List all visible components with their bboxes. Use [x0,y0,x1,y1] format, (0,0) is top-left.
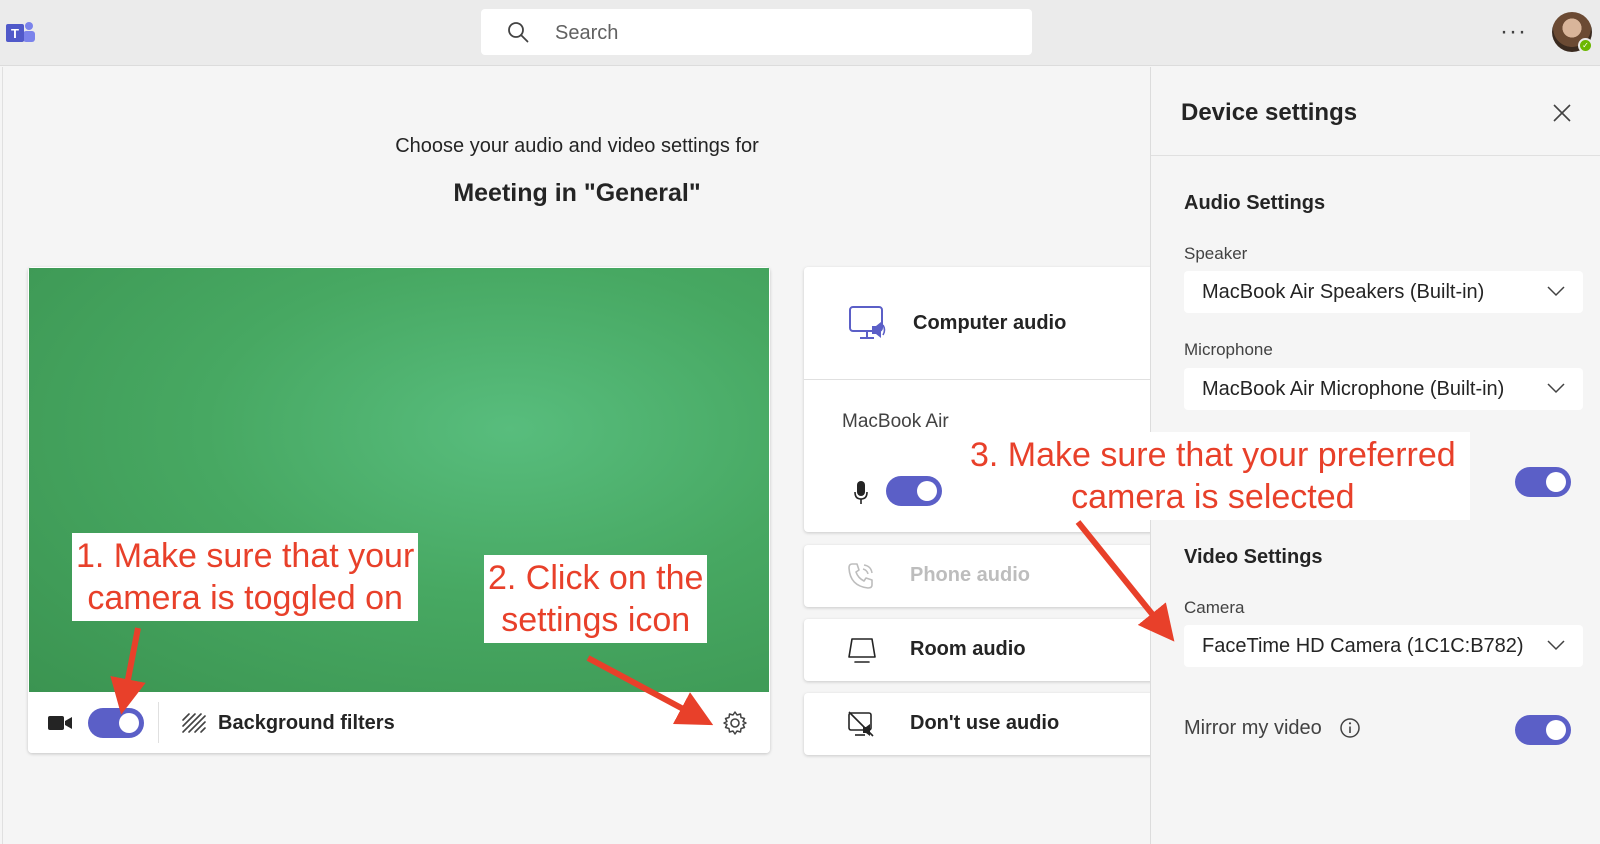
video-settings-heading: Video Settings [1184,546,1323,568]
camera-value: FaceTime HD Camera (1C1C:B782) [1202,635,1524,657]
search-placeholder: Search [555,22,619,44]
speaker-label: Speaker [1184,244,1248,263]
phone-audio-icon [848,563,873,589]
top-bar: T Search ··· ✓ [0,0,1600,66]
background-filters-icon[interactable] [181,712,207,734]
camera-label: Camera [1184,598,1245,617]
video-preview-card: Background filters [28,267,770,753]
annotation-step-3-line-2: camera is selected [1071,478,1355,516]
search-box[interactable]: Search [481,9,1032,55]
dont-use-audio-label: Don't use audio [910,712,1060,734]
phone-audio-option: Phone audio [804,545,1164,607]
microphone-toggle[interactable] [886,476,942,506]
annotation-step-2-line-2: settings icon [501,601,691,639]
close-icon[interactable] [1552,103,1572,123]
choose-settings-text: Choose your audio and video settings for [395,135,759,157]
microphone-value: MacBook Air Microphone (Built-in) [1202,378,1505,400]
chevron-down-icon [1547,286,1565,297]
camera-select[interactable]: FaceTime HD Camera (1C1C:B782) [1184,625,1583,667]
microphone-icon [854,481,868,504]
room-audio-icon [848,638,876,663]
microphone-label: Microphone [1184,340,1273,359]
room-audio-label: Room audio [910,638,1026,660]
computer-audio-label: Computer audio [913,312,1067,334]
annotation-step-1: 1. Make sure that your camera is toggled… [72,533,419,621]
no-audio-icon [848,711,874,737]
computer-audio-icon [849,306,886,339]
chevron-down-icon [1547,383,1565,394]
audio-settings-heading: Audio Settings [1184,192,1326,214]
phone-audio-label: Phone audio [910,564,1030,586]
annotation-step-2: 2. Click on the settings icon [484,555,708,643]
panel-title: Device settings [1181,99,1358,126]
settings-gear-icon[interactable] [722,710,748,736]
presence-available-icon: ✓ [1578,38,1593,53]
speaker-value: MacBook Air Speakers (Built-in) [1202,281,1485,303]
divider [158,702,159,743]
speaker-select[interactable]: MacBook Air Speakers (Built-in) [1184,271,1583,313]
search-icon [508,22,529,43]
annotation-step-3-line-1: 3. Make sure that your preferred [970,436,1456,474]
divider [804,379,1164,380]
mirror-video-label: Mirror my video [1184,717,1322,739]
annotation-step-3: 3. Make sure that your preferred camera … [956,432,1470,520]
camera-toggle[interactable] [88,708,144,738]
info-icon[interactable] [1339,717,1361,739]
more-options-icon[interactable]: ··· [1500,18,1527,46]
background-filters-button[interactable]: Background filters [218,712,395,735]
annotation-step-1-line-1: 1. Make sure that your [76,537,415,575]
panel-header: Device settings [1151,67,1600,156]
audio-device-label: MacBook Air [842,411,949,432]
microphone-select[interactable]: MacBook Air Microphone (Built-in) [1184,368,1583,410]
noise-setting-toggle[interactable] [1515,467,1571,497]
svg-text:T: T [11,26,19,41]
annotation-step-2-line-1: 2. Click on the [488,559,704,597]
dont-use-audio-option[interactable]: Don't use audio [804,693,1164,755]
meeting-title: Meeting in "General" [453,179,701,207]
video-controls-bar: Background filters [28,692,770,753]
room-audio-option[interactable]: Room audio [804,619,1164,681]
mirror-video-toggle[interactable] [1515,715,1571,745]
annotation-step-1-line-2: camera is toggled on [87,579,403,617]
chevron-down-icon [1547,640,1565,651]
teams-logo-icon[interactable]: T [6,20,36,46]
camera-icon [48,716,72,730]
